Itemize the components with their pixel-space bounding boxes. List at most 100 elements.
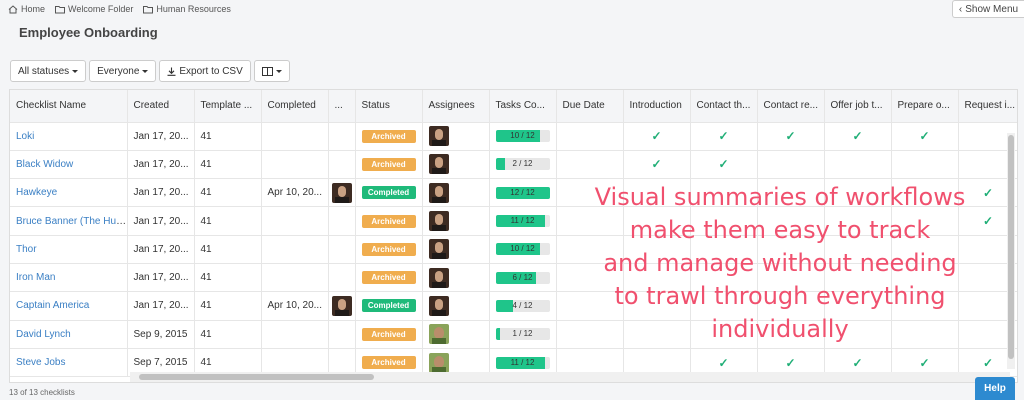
breadcrumb-human-resources[interactable]: Human Resources xyxy=(143,4,231,14)
column-header[interactable]: ... xyxy=(328,90,356,123)
check-icon: ✓ xyxy=(785,129,796,144)
checklist-name-link[interactable]: Hawkeye xyxy=(16,187,57,198)
check-icon: ✓ xyxy=(651,129,662,144)
tasks-cell: 12 / 12 xyxy=(489,178,557,208)
avatar[interactable] xyxy=(428,352,449,373)
status-badge: Archived xyxy=(361,356,416,370)
vertical-scrollbar[interactable] xyxy=(1007,133,1015,369)
horizontal-scrollbar-thumb[interactable] xyxy=(139,374,374,380)
checklist-name-cell: Loki xyxy=(10,122,128,151)
table-row[interactable]: Black Widow Jan 17, 20... 41 Archived 2 / 12… xyxy=(10,150,1017,180)
export-csv-button[interactable]: Export to CSV xyxy=(159,60,251,82)
created-cell: Jan 17, 20... xyxy=(127,122,195,151)
checklist-name-cell: Steve Jobs xyxy=(10,348,128,378)
column-header[interactable]: Prepare o... xyxy=(891,90,959,123)
column-header[interactable]: Created xyxy=(127,90,195,123)
task-check-cell xyxy=(891,150,959,180)
check-icon: ✓ xyxy=(852,355,863,370)
template-cell: 41 xyxy=(194,178,262,208)
tasks-progress-bar: 11 / 12 xyxy=(495,356,550,369)
template-value: 41 xyxy=(200,328,212,340)
task-check-cell: ✓ xyxy=(757,122,825,151)
column-header[interactable]: Due Date xyxy=(556,90,624,123)
assignee-filter-dropdown[interactable]: Everyone xyxy=(89,60,157,82)
checklist-name-link[interactable]: Thor xyxy=(16,244,37,255)
column-header[interactable]: Contact th... xyxy=(690,90,758,123)
column-header[interactable]: Introduction xyxy=(623,90,691,123)
column-header[interactable]: Completed xyxy=(261,90,329,123)
caret-down-icon xyxy=(142,69,149,73)
column-header[interactable]: Request i... xyxy=(958,90,1017,123)
column-header[interactable]: Contact re... xyxy=(757,90,825,123)
status-cell: Archived xyxy=(355,150,423,180)
avatar[interactable] xyxy=(428,126,449,147)
check-icon: ✓ xyxy=(982,355,994,370)
avatar[interactable] xyxy=(428,211,449,232)
avatar[interactable] xyxy=(428,182,449,203)
columns-icon xyxy=(261,66,273,76)
checklist-name-link[interactable]: Steve Jobs xyxy=(16,357,65,368)
breadcrumb-label: Home xyxy=(21,4,46,14)
avatar[interactable] xyxy=(428,267,449,288)
column-header[interactable]: Assignees xyxy=(422,90,490,123)
tasks-progress-bar: 10 / 12 xyxy=(495,130,550,143)
completed-cell xyxy=(261,150,329,180)
template-cell: 41 xyxy=(194,206,262,236)
caret-down-icon xyxy=(72,69,79,73)
completed-by-cell xyxy=(328,320,356,349)
download-icon xyxy=(167,67,176,76)
checklist-name-cell: David Lynch xyxy=(10,320,128,349)
created-cell: Jan 17, 20... xyxy=(127,150,195,180)
status-badge: Archived xyxy=(361,129,416,143)
columns-dropdown[interactable] xyxy=(253,60,290,82)
avatar[interactable] xyxy=(428,324,449,345)
created-value: Sep 7, 2015 xyxy=(133,357,188,369)
task-check-cell xyxy=(757,150,825,180)
check-icon: ✓ xyxy=(852,129,863,144)
checklist-name-link[interactable]: Bruce Banner (The Hulk) xyxy=(16,216,126,227)
column-header[interactable]: Tasks Co... xyxy=(489,90,557,123)
created-cell: Jan 17, 20... xyxy=(127,235,195,264)
check-icon: ✓ xyxy=(651,157,662,172)
avatar[interactable] xyxy=(428,239,449,260)
checklist-name-link[interactable]: Loki xyxy=(16,131,34,142)
horizontal-scrollbar[interactable] xyxy=(130,372,1010,382)
tasks-progress-bar: 6 / 12 xyxy=(495,271,550,284)
table-row[interactable]: Loki Jan 17, 20... 41 Archived 10 / 12 ✓ ✓ ✓ ✓ ✓ xyxy=(10,122,1017,151)
status-filter-dropdown[interactable]: All statuses xyxy=(10,60,87,82)
breadcrumb-home[interactable]: Home xyxy=(8,4,45,14)
status-cell: Archived xyxy=(355,263,423,293)
tasks-cell: 4 / 12 xyxy=(489,291,557,321)
checklist-name-link[interactable]: Captain America xyxy=(16,300,89,311)
template-cell: 41 xyxy=(194,122,262,151)
avatar[interactable] xyxy=(428,295,449,316)
header-row: Checklist Name Created Template ... Complet… xyxy=(10,90,1017,123)
completed-cell xyxy=(261,263,329,293)
help-button[interactable]: Help xyxy=(975,377,1015,400)
tasks-progress-bar: 11 / 12 xyxy=(495,215,550,228)
status-cell: Archived xyxy=(355,206,423,236)
export-csv-label: Export to CSV xyxy=(179,65,243,77)
checklist-name-link[interactable]: David Lynch xyxy=(16,329,71,340)
show-menu-button[interactable]: ‹ Show Menu xyxy=(952,0,1024,18)
task-check-cell: ✓ xyxy=(690,150,758,180)
column-header[interactable]: Status xyxy=(355,90,423,123)
assignees-cell xyxy=(422,235,490,264)
checklist-name-link[interactable]: Iron Man xyxy=(16,272,55,283)
created-cell: Jan 17, 20... xyxy=(127,263,195,293)
status-badge: Archived xyxy=(361,242,416,256)
overlay-line: make them easy to track xyxy=(629,216,931,244)
breadcrumb-welcome-folder[interactable]: Welcome Folder xyxy=(55,4,133,14)
tasks-progress-bar: 4 / 12 xyxy=(495,299,550,312)
column-header[interactable]: Template ... xyxy=(194,90,262,123)
column-header[interactable]: Checklist Name xyxy=(10,90,128,123)
checklist-name-link[interactable]: Black Widow xyxy=(16,159,73,170)
overlay-line: individually xyxy=(711,315,849,343)
tasks-progress-bar: 12 / 12 xyxy=(495,186,550,199)
column-header[interactable]: Offer job t... xyxy=(824,90,892,123)
assignees-cell xyxy=(422,291,490,321)
vertical-scrollbar-thumb[interactable] xyxy=(1008,135,1014,359)
created-value: Jan 17, 20... xyxy=(133,215,189,227)
avatar[interactable] xyxy=(428,154,449,175)
checklist-name-cell: Black Widow xyxy=(10,150,128,180)
